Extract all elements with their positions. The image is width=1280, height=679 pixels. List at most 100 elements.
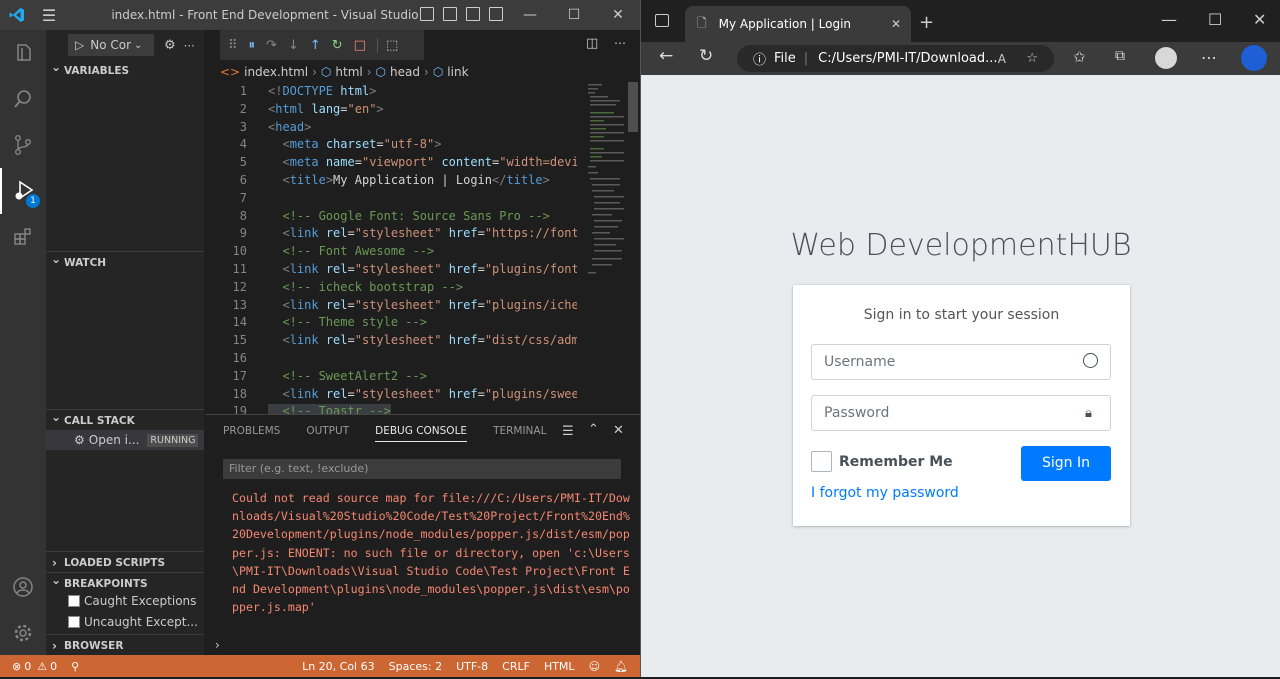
close-tab-icon[interactable]: ✕ (891, 17, 901, 31)
breadcrumb-html[interactable]: html (335, 65, 362, 79)
brand-logo[interactable]: Web DevelopmentHUB (641, 228, 1280, 263)
code-line[interactable]: <html lang="en"> (268, 102, 384, 116)
pause-icon[interactable]: ⏸ (249, 38, 256, 53)
source-control-icon[interactable] (0, 122, 46, 168)
remember-me-label[interactable]: Remember Me (839, 454, 953, 470)
code-line[interactable]: <link rel="stylesheet" href="dist/css/ad… (268, 333, 577, 347)
username-input[interactable]: Username (811, 344, 1111, 380)
sign-in-button[interactable]: Sign In (1021, 446, 1111, 481)
toggle-sidebar-icon[interactable] (420, 7, 434, 21)
remember-me-checkbox[interactable] (811, 451, 832, 472)
extensions-icon[interactable] (0, 214, 46, 260)
collections-icon[interactable]: ⧉ (1115, 48, 1125, 64)
browser-tab[interactable]: 🗋︎ My Application | Login ✕ (685, 6, 911, 42)
cursor-position[interactable]: Ln 20, Col 63 (302, 660, 375, 673)
clear-console-icon[interactable]: ☰ (562, 424, 574, 439)
more-actions-icon[interactable]: ⋯ (184, 39, 195, 52)
toggle-secondary-sidebar-icon[interactable] (466, 7, 480, 21)
breakpoint-caught-exceptions[interactable]: Caught Exceptions (68, 594, 196, 608)
toggle-panel-icon[interactable] (443, 7, 457, 21)
new-tab-icon[interactable]: + (919, 12, 934, 33)
info-icon[interactable]: ⓘ (753, 49, 766, 68)
close-button[interactable]: ✕ (1253, 10, 1266, 29)
address-bar[interactable]: ⓘ File | C:/Users/PMI-IT/Download... A ☆ (737, 45, 1054, 72)
language-mode[interactable]: HTML (544, 660, 575, 673)
tab-debug-console[interactable]: DEBUG CONSOLE (375, 425, 468, 442)
menu-icon[interactable]: ☰ (34, 0, 64, 30)
favorites-icon[interactable]: ✩ (1073, 48, 1086, 66)
stop-icon[interactable]: □ (354, 38, 366, 53)
code-line[interactable]: <!-- icheck bootstrap --> (268, 280, 463, 294)
code-line[interactable]: <!-- Google Font: Source Sans Pro --> (268, 209, 549, 223)
code-line[interactable]: <link rel="stylesheet" href="plugins/fon… (268, 262, 577, 276)
inspect-icon[interactable]: ⬚ (376, 37, 398, 53)
breadcrumb-file[interactable]: index.html (244, 65, 308, 79)
code-line[interactable]: <head> (268, 120, 311, 134)
breakpoints-section-header[interactable]: BREAKPOINTS (46, 569, 204, 594)
add-favorite-icon[interactable]: ☆ (1026, 51, 1038, 66)
close-button[interactable]: ✕ (600, 0, 636, 30)
loaded-scripts-section-header[interactable]: LOADED SCRIPTS (46, 551, 204, 574)
code-line[interactable]: <link rel="stylesheet" href="plugins/swe… (268, 387, 577, 401)
warnings-icon[interactable]: ⚠ (37, 660, 47, 673)
encoding[interactable]: UTF-8 (456, 660, 488, 673)
debug-status-icon[interactable]: ⚲ (71, 660, 79, 673)
code-line[interactable]: <meta name="viewport" content="width=dev… (268, 155, 577, 169)
split-editor-icon[interactable]: ◫ (586, 36, 598, 51)
feedback-icon[interactable]: ☺ (589, 660, 600, 673)
customize-layout-icon[interactable] (489, 7, 503, 21)
breadcrumb-head[interactable]: head (390, 65, 420, 79)
code-line[interactable]: <!-- Toastr --> (268, 404, 391, 414)
notifications-bell-icon[interactable]: 🔔︎ (614, 660, 628, 673)
maximize-panel-icon[interactable]: ⌃ (588, 422, 599, 437)
code-editor[interactable]: 1 <!DOCTYPE html> 2 <html lang="en"> 3 <head>… (205, 82, 577, 414)
uncaught-exceptions-checkbox[interactable] (68, 616, 80, 628)
tab-actions-icon[interactable] (655, 14, 669, 27)
call-stack-section-header[interactable]: CALL STACK (46, 406, 204, 431)
settings-more-icon[interactable]: ⋯ (1201, 48, 1217, 67)
editor-more-actions-icon[interactable]: ⋯ (614, 36, 626, 50)
explorer-icon[interactable] (0, 30, 46, 76)
tab-output[interactable]: OUTPUT (306, 425, 349, 442)
code-line[interactable]: <!-- Font Awesome --> (268, 244, 434, 258)
minimize-button[interactable]: — (512, 0, 548, 30)
search-icon[interactable] (0, 76, 46, 122)
code-line[interactable]: <!DOCTYPE html> (268, 84, 376, 98)
open-launch-json-gear-icon[interactable]: ⚙ (164, 38, 176, 53)
tab-terminal[interactable]: TERMINAL (493, 425, 546, 442)
line-ending[interactable]: CRLF (502, 660, 530, 673)
console-filter-input[interactable]: Filter (e.g. text, !exclude) (223, 459, 621, 479)
step-out-icon[interactable]: ↑ (310, 38, 321, 53)
caught-exceptions-checkbox[interactable] (68, 595, 80, 607)
minimap[interactable] (586, 82, 626, 282)
call-stack-item[interactable]: ⚙ Open i... RUNNING (46, 430, 204, 450)
settings-gear-icon[interactable] (0, 610, 46, 656)
code-line[interactable]: <!-- SweetAlert2 --> (268, 369, 427, 383)
run-config-select[interactable]: ▷ No Cor ⌄ (68, 34, 154, 56)
maximize-button[interactable]: ☐ (556, 0, 592, 30)
code-line[interactable]: <title>My Application | Login</title> (268, 173, 549, 187)
minimize-button[interactable]: — (1161, 10, 1177, 29)
breadcrumb-link[interactable]: link (447, 65, 468, 79)
warnings-count[interactable]: 0 (50, 660, 57, 673)
refresh-icon[interactable]: ↻ (699, 46, 713, 66)
code-line[interactable]: <!-- Theme style --> (268, 315, 427, 329)
code-line[interactable]: <meta charset="utf-8"> (268, 137, 441, 151)
editor-scrollbar[interactable] (628, 82, 638, 132)
variables-section-header[interactable]: VARIABLES (46, 56, 204, 82)
back-icon[interactable]: ← (659, 46, 673, 66)
account-icon[interactable] (0, 564, 46, 610)
console-input-prompt-icon[interactable]: › (215, 638, 220, 652)
tab-problems[interactable]: PROBLEMS (223, 425, 280, 442)
watch-section-header[interactable]: WATCH (46, 248, 204, 273)
restart-icon[interactable]: ↻ (332, 38, 343, 53)
step-over-icon[interactable]: ↷ (266, 38, 277, 53)
code-line[interactable]: <link rel="stylesheet" href="https://fon… (268, 226, 577, 240)
errors-count[interactable]: 0 (24, 660, 31, 673)
code-line[interactable]: <link rel="stylesheet" href="plugins/ich… (268, 298, 577, 312)
start-debugging-icon[interactable]: ▷ (75, 38, 84, 52)
maximize-button[interactable]: ☐ (1208, 10, 1222, 29)
password-input[interactable]: Password (811, 395, 1111, 431)
read-aloud-icon[interactable]: A (998, 52, 1006, 66)
bing-copilot-icon[interactable] (1241, 45, 1267, 71)
